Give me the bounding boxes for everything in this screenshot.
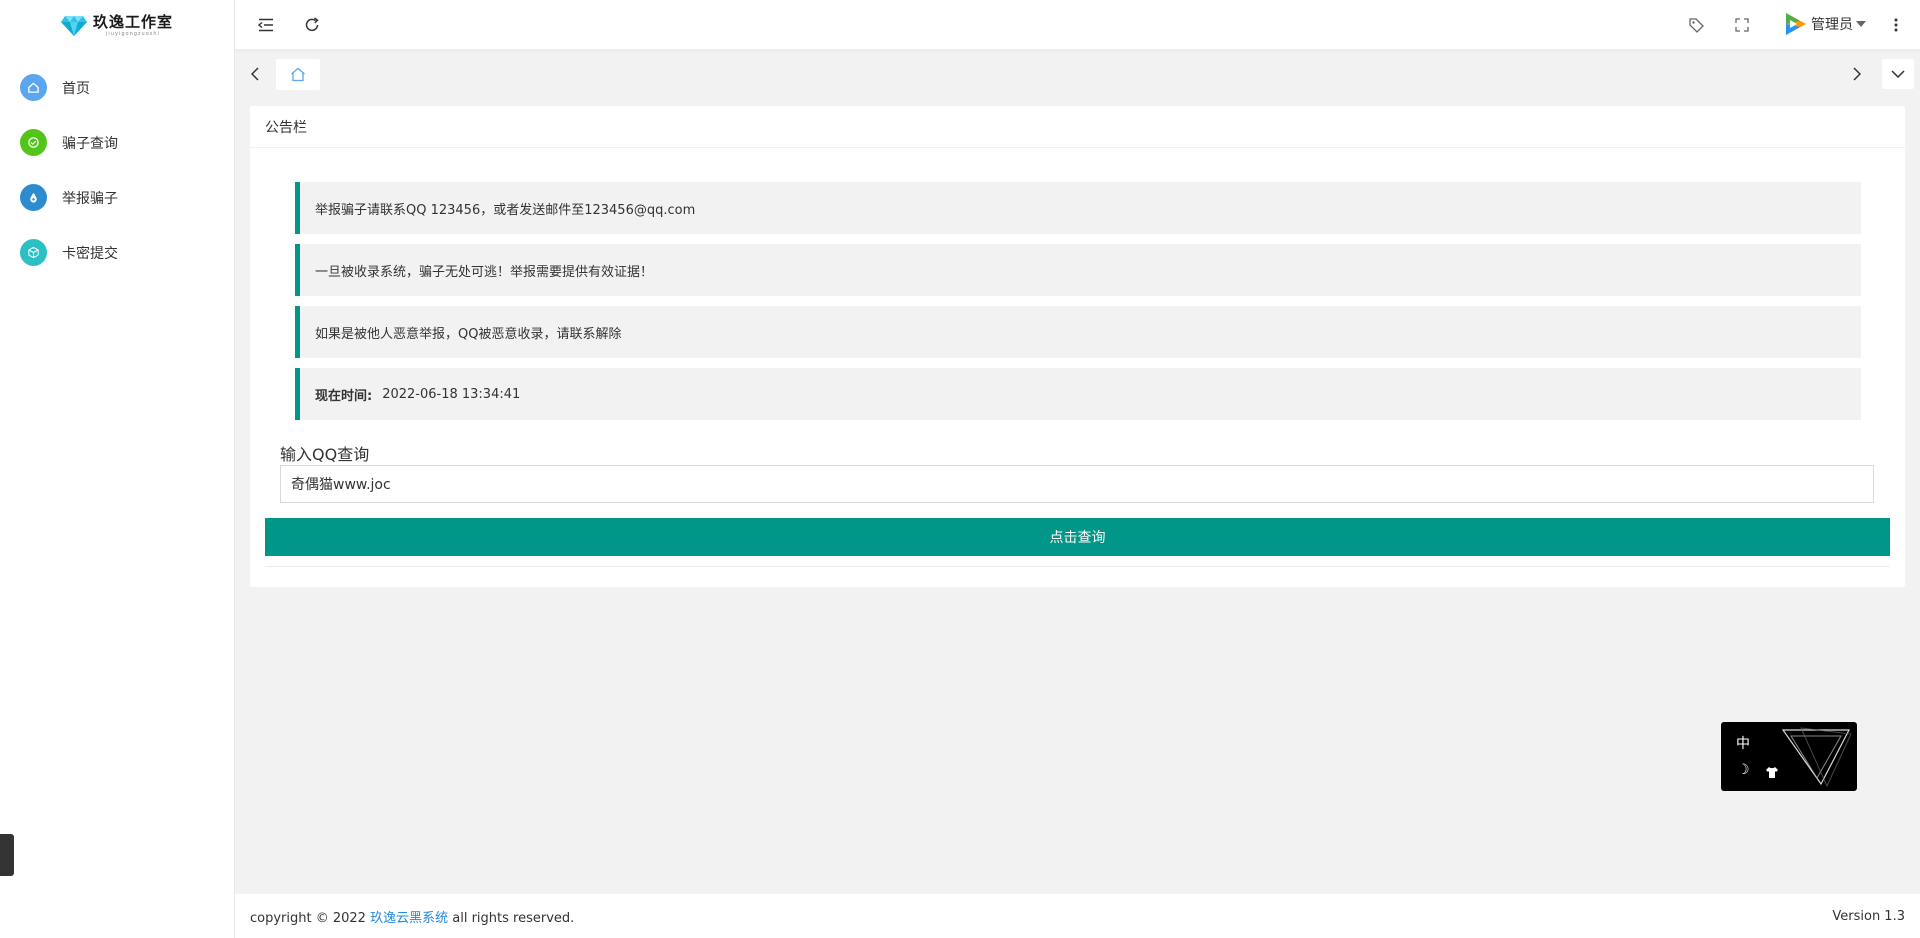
sidebar-nav: 首页 骗子查询 举报骗子 卡密提交 (0, 60, 234, 280)
sidebar-item-scammer-query[interactable]: 骗子查询 (0, 115, 234, 170)
current-time-notice: 现在时间: 2022-06-18 13:34:41 (295, 368, 1861, 420)
tab-options-button[interactable] (1882, 59, 1914, 89)
header: 管理员 (235, 0, 1920, 50)
admin-name: 管理员 (1811, 17, 1853, 33)
home-icon (20, 74, 47, 101)
chevron-left-icon (251, 67, 259, 81)
fullscreen-button[interactable] (1730, 13, 1754, 37)
logo[interactable]: 玖逸工作室 jiuyigongzuoshi (0, 0, 234, 52)
copyright: copyright © 2022 玖逸云黑系统 all rights reser… (250, 907, 574, 926)
more-options-button[interactable] (1884, 13, 1908, 37)
notice-text: 如果是被他人恶意举报，QQ被恶意收录，请联系解除 (315, 326, 622, 342)
moon-icon[interactable]: ☽ (1737, 762, 1750, 778)
tab-scroll-right-button[interactable] (1837, 55, 1877, 93)
footer-system-link[interactable]: 玖逸云黑系统 (370, 911, 448, 926)
version-text: Version 1.3 (1832, 908, 1905, 924)
notice-text: 一旦被收录系统，骗子无处可逃！举报需要提供有效证据！ (315, 264, 654, 280)
side-drawer-handle[interactable] (0, 834, 14, 876)
fullscreen-icon (1735, 18, 1749, 32)
tab-scroll-left-button[interactable] (235, 55, 275, 93)
chevron-down-icon (1891, 70, 1905, 78)
sidebar-item-label: 骗子查询 (62, 135, 118, 152)
sidebar-item-label: 首页 (62, 80, 90, 97)
footer: copyright © 2022 玖逸云黑系统 all rights reser… (235, 894, 1920, 938)
shirt-icon[interactable] (1765, 765, 1779, 779)
language-toggle[interactable]: 中 (1736, 733, 1750, 753)
diamond-icon (60, 16, 87, 36)
chevron-right-icon (1853, 67, 1861, 81)
notice-item: 如果是被他人恶意举报，QQ被恶意收录，请联系解除 (295, 306, 1861, 358)
time-value: 2022-06-18 13:34:41 (382, 386, 521, 402)
notice-item: 举报骗子请联系QQ 123456，或者发送邮件至123456@qq.com (295, 182, 1861, 234)
sidebar-item-home[interactable]: 首页 (0, 60, 234, 115)
sidebar-item-label: 卡密提交 (62, 245, 118, 262)
cube-icon (20, 239, 47, 266)
refresh-button[interactable] (300, 13, 324, 37)
collapse-menu-button[interactable] (254, 13, 278, 37)
copyright-prefix: copyright © 2022 (250, 910, 366, 926)
avatar (1786, 13, 1806, 35)
tab-bar (235, 55, 1920, 93)
logo-subtext: jiuyigongzuoshi (106, 31, 160, 37)
time-label: 现在时间: (315, 388, 373, 404)
query-button[interactable]: 点击查询 (265, 518, 1890, 556)
indent-icon (258, 18, 273, 32)
logo-text: 玖逸工作室 (92, 13, 173, 31)
sidebar: 玖逸工作室 jiuyigongzuoshi 首页 骗子查询 举报骗子 卡密提交 (0, 0, 235, 938)
caret-down-icon (1856, 21, 1866, 27)
notice-text: 举报骗子请联系QQ 123456，或者发送邮件至123456@qq.com (315, 202, 696, 218)
admin-menu[interactable]: 管理员 (1782, 11, 1866, 37)
theme-tag-button[interactable] (1684, 13, 1708, 37)
divider (265, 566, 1890, 567)
card-title: 公告栏 (250, 106, 1905, 148)
tab-home[interactable] (276, 59, 320, 90)
sidebar-item-card-submit[interactable]: 卡密提交 (0, 225, 234, 280)
tag-icon (1688, 17, 1704, 33)
notice-card: 公告栏 举报骗子请联系QQ 123456，或者发送邮件至123456@qq.co… (250, 106, 1905, 587)
floating-widget: 中 ☽ (1721, 722, 1857, 791)
query-label: 输入QQ查询 (280, 445, 370, 464)
triangle-logo-icon (1781, 727, 1852, 788)
qq-query-input[interactable] (280, 465, 1874, 503)
refresh-icon (305, 17, 319, 32)
drop-icon (20, 184, 47, 211)
sidebar-item-report-scammer[interactable]: 举报骗子 (0, 170, 234, 225)
home-icon (291, 67, 305, 82)
notice-item: 一旦被收录系统，骗子无处可逃！举报需要提供有效证据！ (295, 244, 1861, 296)
check-shield-icon (20, 129, 47, 156)
sidebar-item-label: 举报骗子 (62, 190, 118, 207)
copyright-suffix: all rights reserved. (452, 910, 575, 926)
more-vertical-icon (1894, 18, 1898, 32)
